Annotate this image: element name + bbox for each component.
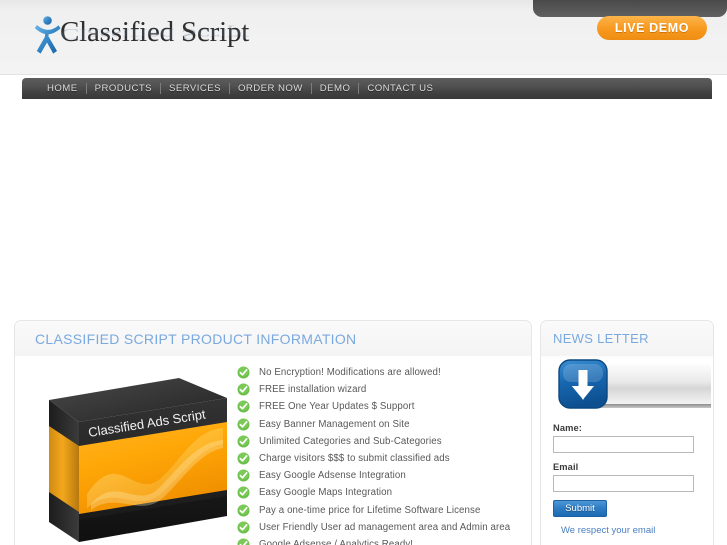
product-information-panel: CLASSIFIED SCRIPT PRODUCT INFORMATION Cl… bbox=[14, 320, 532, 545]
list-item: No Encryption! Modifications are allowed… bbox=[237, 364, 527, 381]
feature-label: Google Adsense / Analytics Ready! bbox=[259, 538, 414, 545]
feature-label: Charge visitors $$$ to submit classified… bbox=[259, 453, 450, 465]
list-item: Easy Banner Management on Site bbox=[237, 416, 527, 433]
green-check-icon bbox=[237, 366, 250, 379]
name-input[interactable] bbox=[553, 436, 694, 453]
newsletter-banner bbox=[553, 358, 711, 414]
feature-label: Unlimited Categories and Sub-Categories bbox=[259, 435, 442, 447]
list-item: FREE installation wizard bbox=[237, 381, 527, 398]
product-panel-body: Classified Ads Script No Encryption! Mod… bbox=[15, 356, 531, 545]
list-item: Google Adsense / Analytics Ready! bbox=[237, 536, 527, 545]
product-panel-header: CLASSIFIED SCRIPT PRODUCT INFORMATION bbox=[15, 321, 531, 356]
list-item: FREE One Year Updates $ Support bbox=[237, 398, 527, 415]
green-check-icon bbox=[237, 486, 250, 499]
feature-label: FREE installation wizard bbox=[259, 384, 367, 396]
site-header: LIVE DEMO Classified Script Classified S… bbox=[0, 0, 727, 75]
list-item: Unlimited Categories and Sub-Categories bbox=[237, 433, 527, 450]
newsletter-title: NEWS LETTER bbox=[553, 331, 649, 346]
green-check-icon bbox=[237, 538, 250, 545]
person-figure-logo-icon bbox=[28, 14, 64, 58]
live-demo-button[interactable]: LIVE DEMO bbox=[597, 16, 707, 40]
feature-label: No Encryption! Modifications are allowed… bbox=[259, 367, 441, 379]
green-check-icon bbox=[237, 521, 250, 534]
page-root: LIVE DEMO Classified Script Classified S… bbox=[0, 0, 727, 545]
green-check-icon bbox=[237, 418, 250, 431]
logo-wordmark: Classified Script bbox=[60, 16, 250, 48]
green-check-icon bbox=[237, 452, 250, 465]
green-check-icon bbox=[237, 469, 250, 482]
nav-item-services[interactable]: SERVICES bbox=[161, 83, 229, 94]
product-box-image: Classified Ads Script bbox=[31, 370, 231, 545]
green-check-icon bbox=[237, 503, 250, 517]
privacy-note: We respect your email bbox=[561, 525, 656, 536]
newsletter-panel: NEWS LETTER Name: Email Submit We respec… bbox=[540, 320, 714, 545]
list-item: Easy Google Adsense Integration bbox=[237, 467, 527, 484]
submit-button[interactable]: Submit bbox=[553, 500, 607, 517]
list-item: Pay a one-time price for Lifetime Softwa… bbox=[237, 502, 527, 519]
feature-label: FREE One Year Updates $ Support bbox=[259, 401, 415, 413]
feature-label: Easy Google Adsense Integration bbox=[259, 470, 406, 482]
green-check-icon bbox=[237, 400, 250, 413]
nav-item-contact-us[interactable]: CONTACT US bbox=[359, 83, 441, 94]
list-item: User Friendly User ad management area an… bbox=[237, 519, 527, 536]
nav-item-order-now[interactable]: ORDER NOW bbox=[230, 83, 311, 94]
feature-label: Easy Google Maps Integration bbox=[259, 487, 393, 499]
feature-label: Pay a one-time price for Lifetime Softwa… bbox=[259, 504, 481, 516]
green-check-icon bbox=[237, 383, 250, 396]
header-dark-plate bbox=[533, 0, 727, 17]
banner-region bbox=[0, 99, 727, 313]
email-input[interactable] bbox=[553, 475, 694, 492]
main-navigation[interactable]: HOME PRODUCTS SERVICES ORDER NOW DEMO CO… bbox=[22, 78, 712, 99]
page-title: CLASSIFIED SCRIPT PRODUCT INFORMATION bbox=[35, 330, 357, 347]
name-field-label: Name: bbox=[553, 423, 582, 433]
green-check-icon bbox=[237, 435, 250, 448]
newsletter-body: Name: Email Submit We respect your email bbox=[541, 358, 713, 545]
list-item: Charge visitors $$$ to submit classified… bbox=[237, 450, 527, 467]
nav-item-home[interactable]: HOME bbox=[39, 83, 86, 94]
list-item: Easy Google Maps Integration bbox=[237, 484, 527, 501]
newsletter-panel-header: NEWS LETTER bbox=[541, 321, 713, 356]
download-arrow-icon bbox=[557, 358, 611, 412]
feature-label: User Friendly User ad management area an… bbox=[259, 521, 511, 533]
nav-item-products[interactable]: PRODUCTS bbox=[87, 83, 160, 94]
site-logo[interactable]: Classified Script Classified Script bbox=[28, 12, 249, 64]
email-field-label: Email bbox=[553, 462, 579, 472]
feature-list: No Encryption! Modifications are allowed… bbox=[237, 364, 527, 545]
feature-label: Easy Banner Management on Site bbox=[259, 418, 410, 430]
nav-item-demo[interactable]: DEMO bbox=[312, 83, 359, 94]
